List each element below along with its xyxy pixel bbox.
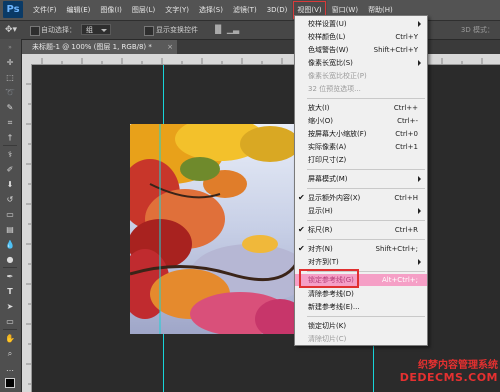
clone-stamp-tool-icon[interactable]: ⬇ bbox=[3, 179, 17, 190]
menu-divider bbox=[307, 220, 425, 221]
move-tool-icon[interactable]: ✛ bbox=[3, 57, 17, 68]
menu-divider bbox=[307, 98, 425, 99]
eraser-tool-icon[interactable]: ▭ bbox=[3, 209, 17, 220]
menu-type[interactable]: 文字(Y) bbox=[160, 0, 194, 20]
photoshop-logo: Ps bbox=[3, 1, 23, 18]
hand-tool-icon[interactable]: ✋ bbox=[3, 333, 17, 344]
type-tool-icon[interactable]: T bbox=[3, 286, 17, 297]
menu-3d[interactable]: 3D(D) bbox=[262, 0, 293, 20]
auto-select-dropdown[interactable]: 组 bbox=[81, 24, 111, 35]
brush-tool-icon[interactable]: ✐ bbox=[3, 164, 17, 175]
checkmark-icon: ✔ bbox=[298, 193, 305, 202]
lasso-tool-icon[interactable]: ➰ bbox=[3, 87, 17, 98]
menu-item-proof-colors[interactable]: 校样颜色(L) Ctrl+Y bbox=[295, 31, 427, 43]
more-tools-icon[interactable]: … bbox=[3, 363, 17, 374]
menu-item-32bit-preview: 32 位预览选项... bbox=[308, 85, 361, 93]
submenu-arrow-icon bbox=[418, 176, 424, 182]
color-swatch-icon[interactable] bbox=[3, 377, 17, 389]
eyedropper-tool-icon[interactable]: † bbox=[3, 132, 17, 143]
menu-item-zoom-in[interactable]: 放大(I) Ctrl++ bbox=[295, 102, 427, 114]
menu-filter[interactable]: 滤镜(T) bbox=[228, 0, 262, 20]
menu-item-lock-slices[interactable]: 锁定切片(K) bbox=[295, 320, 427, 332]
menu-divider bbox=[307, 316, 425, 317]
toolbox-divider bbox=[3, 267, 17, 268]
document-tab[interactable]: 未标题-1 @ 100% (图层 1, RGB/8) * × bbox=[22, 40, 177, 54]
submenu-arrow-icon bbox=[418, 259, 424, 265]
close-icon[interactable]: × bbox=[167, 40, 173, 54]
show-transform-checkbox[interactable] bbox=[144, 26, 154, 36]
menu-item-show[interactable]: 显示(H) bbox=[295, 205, 427, 217]
align-icons[interactable]: ▐▌ ▁▃ bbox=[212, 21, 239, 39]
shape-tool-icon[interactable]: ▭ bbox=[3, 316, 17, 327]
menu-item-pixel-aspect-ratio[interactable]: 像素长宽比(S) bbox=[295, 57, 427, 69]
crop-tool-icon[interactable]: ⌗ bbox=[3, 117, 17, 128]
annotation-highlight-box bbox=[299, 269, 359, 288]
vertical-ruler[interactable] bbox=[22, 64, 32, 392]
menu-item-screen-mode[interactable]: 屏幕模式(M) bbox=[295, 173, 427, 185]
toolbox: » ✛ ⬚ ➰ ✎ ⌗ † ⚕ ✐ ⬇ ↺ ▭ ▤ 💧 ● ✒ T ➤ ▭ ✋ … bbox=[0, 39, 22, 392]
menu-item-pixel-aspect-correction: 像素长宽比校正(P) bbox=[308, 72, 367, 80]
submenu-arrow-icon bbox=[418, 60, 424, 66]
menu-item-new-guide[interactable]: 新建参考线(E)... bbox=[295, 301, 427, 313]
submenu-arrow-icon bbox=[418, 208, 424, 214]
watermark-line-2: DEDECMS.COM bbox=[399, 371, 498, 384]
marquee-tool-icon[interactable]: ⬚ bbox=[3, 72, 17, 83]
menu-divider bbox=[307, 188, 425, 189]
dodge-tool-icon[interactable]: ● bbox=[3, 254, 17, 265]
blur-tool-icon[interactable]: 💧 bbox=[3, 239, 17, 250]
menu-item-rulers[interactable]: ✔ 标尺(R) Ctrl+R bbox=[295, 224, 427, 236]
healing-brush-tool-icon[interactable]: ⚕ bbox=[3, 149, 17, 160]
auto-select-checkbox[interactable] bbox=[30, 26, 40, 36]
checkmark-icon: ✔ bbox=[298, 225, 305, 234]
mode-3d-label: 3D 模式： bbox=[460, 26, 494, 34]
quick-select-tool-icon[interactable]: ✎ bbox=[3, 102, 17, 113]
canvas-image[interactable] bbox=[130, 124, 296, 334]
menu-item-extras[interactable]: ✔ 显示额外内容(X) Ctrl+H bbox=[295, 192, 427, 204]
zoom-tool-icon[interactable]: ⌕ bbox=[3, 348, 17, 359]
menu-select[interactable]: 选择(S) bbox=[194, 0, 228, 20]
document-title: 未标题-1 @ 100% (图层 1, RGB/8) * bbox=[32, 43, 152, 51]
menu-item-clear-guides[interactable]: 清除参考线(D) bbox=[295, 288, 427, 300]
menu-edit[interactable]: 编辑(E) bbox=[62, 0, 96, 20]
show-transform-label: 显示变换控件 bbox=[156, 26, 198, 34]
menu-item-clear-slices: 清除切片(C) bbox=[308, 335, 347, 343]
history-brush-tool-icon[interactable]: ↺ bbox=[3, 194, 17, 205]
gradient-tool-icon[interactable]: ▤ bbox=[3, 224, 17, 235]
menu-divider bbox=[307, 239, 425, 240]
checkmark-icon: ✔ bbox=[298, 244, 305, 253]
menu-item-actual-pixels[interactable]: 实际像素(A) Ctrl+1 bbox=[295, 141, 427, 153]
view-menu: 校样设置(U) 校样颜色(L) Ctrl+Y 色域警告(W) Shift+Ctrl+… bbox=[294, 15, 428, 346]
submenu-arrow-icon bbox=[418, 21, 424, 27]
toolbox-divider bbox=[3, 329, 17, 330]
menu-item-proof-setup[interactable]: 校样设置(U) bbox=[295, 18, 427, 30]
path-select-tool-icon[interactable]: ➤ bbox=[3, 301, 17, 312]
toolbox-divider bbox=[3, 145, 17, 146]
menu-layer[interactable]: 图层(L) bbox=[127, 0, 160, 20]
menu-divider bbox=[307, 169, 425, 170]
toolbox-collapse-icon[interactable]: » bbox=[3, 42, 17, 53]
autumn-leaves-photo bbox=[130, 124, 296, 334]
move-tool-icon[interactable]: ✥▾ bbox=[5, 21, 17, 39]
menu-item-snap-to[interactable]: 对齐到(T) bbox=[295, 256, 427, 268]
watermark-line-1: 织梦内容管理系统 bbox=[418, 360, 498, 371]
horizontal-ruler[interactable] bbox=[22, 54, 500, 65]
menu-item-zoom-out[interactable]: 缩小(O) Ctrl+- bbox=[295, 115, 427, 127]
menu-file[interactable]: 文件(F) bbox=[28, 0, 62, 20]
menu-item-fit-on-screen[interactable]: 按屏幕大小缩放(F) Ctrl+0 bbox=[295, 128, 427, 140]
auto-select-label: 自动选择： bbox=[41, 26, 76, 34]
menu-item-print-size[interactable]: 打印尺寸(Z) bbox=[295, 154, 427, 166]
watermark: 织梦内容管理系统 DEDECMS.COM bbox=[384, 356, 498, 388]
pen-tool-icon[interactable]: ✒ bbox=[3, 271, 17, 282]
menu-item-snap[interactable]: ✔ 对齐(N) Shift+Ctrl+; bbox=[295, 243, 427, 255]
menu-item-gamut-warning[interactable]: 色域警告(W) Shift+Ctrl+Y bbox=[295, 44, 427, 56]
menu-image[interactable]: 图像(I) bbox=[95, 0, 127, 20]
